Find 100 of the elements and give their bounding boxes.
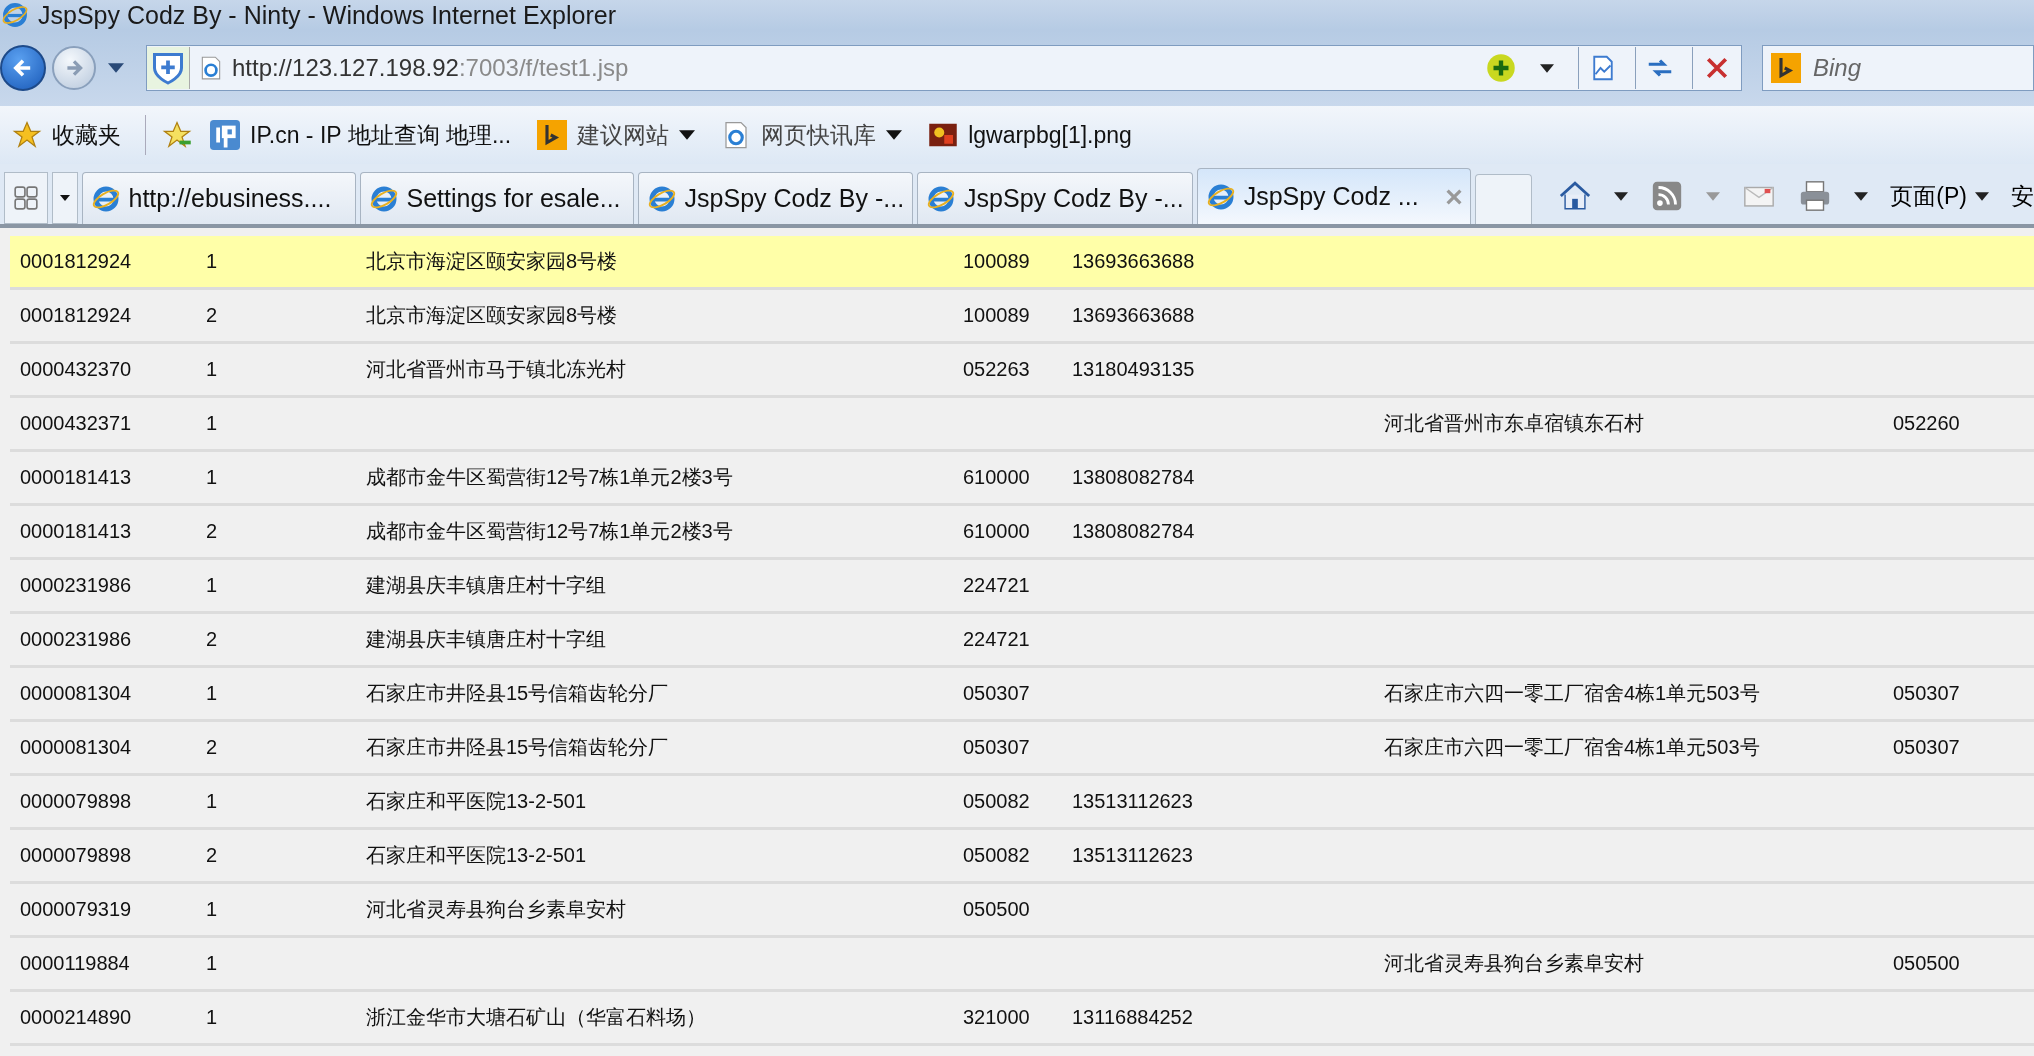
phone-cell: 13808082784 xyxy=(1072,520,1195,542)
caret-icon xyxy=(59,195,70,201)
sequence-cell: 1 xyxy=(206,952,218,974)
postcode-cell: 050307 xyxy=(963,682,1030,704)
customer-id-cell: 0000181413 xyxy=(20,520,132,542)
table-row[interactable]: 0001812924 1 北京市海淀区颐安家园8号楼 100089 13693663688 xyxy=(10,236,2034,290)
phone-cell: 13180493135 xyxy=(1072,358,1195,380)
address-cell: 河北省灵寿县狗台乡素阜安村 xyxy=(366,898,626,920)
phone-cell: 13693663688 xyxy=(1072,250,1195,272)
sequence-cell: 1 xyxy=(206,790,218,812)
tab-list-button[interactable] xyxy=(51,172,78,224)
customer-id-cell: 0000119884 xyxy=(20,952,130,974)
add-icon[interactable] xyxy=(1486,53,1516,83)
browser-logo-icon xyxy=(2,2,28,28)
customer-id-cell: 0000079319 xyxy=(20,898,132,920)
sequence-cell: 1 xyxy=(206,466,218,488)
bing-logo-icon xyxy=(537,120,568,150)
address-cell: 石家庄市六四一零工厂宿舍4栋1单元503号 xyxy=(1384,736,1760,758)
customer-id-cell: 0000181413 xyxy=(20,466,132,488)
postcode-cell: 050500 xyxy=(1893,952,1960,974)
postcode-cell: 610000 xyxy=(963,520,1030,542)
sequence-cell: 2 xyxy=(206,304,218,326)
postcode-cell: 224721 xyxy=(963,628,1030,650)
address-cell: 河北省晋州市东卓宿镇东石村 xyxy=(1384,412,1644,434)
history-dropdown-icon[interactable] xyxy=(108,63,124,73)
phone-cell: 13513112623 xyxy=(1072,790,1193,812)
customer-id-cell: 0000432371 xyxy=(20,412,132,434)
customer-id-cell: 0000214890 xyxy=(20,1006,132,1028)
sequence-cell: 2 xyxy=(206,628,218,650)
favorite-link[interactable]: 网页快讯库 xyxy=(713,115,911,155)
caret-icon xyxy=(679,130,696,140)
address-field[interactable]: http://123.127.198.92:7003/f/test1.jsp xyxy=(146,45,1742,91)
phone-cell: 13116884252 xyxy=(1072,1006,1193,1028)
sequence-cell: 2 xyxy=(206,736,218,758)
search-field[interactable]: Bing xyxy=(1811,45,2033,91)
postcode-cell: 050307 xyxy=(963,736,1030,758)
caret-icon[interactable] xyxy=(1854,191,1869,201)
customer-id-cell: 0000432370 xyxy=(20,358,132,380)
postcode-cell: 050307 xyxy=(1893,682,1960,704)
forward-button[interactable] xyxy=(52,46,96,90)
browser-tab[interactable]: JspSpy Codz By -... xyxy=(637,172,914,224)
caret-icon xyxy=(1975,191,1989,201)
phone-cell: 13693663688 xyxy=(1072,304,1195,326)
customer-id-cell: 0001812924 xyxy=(20,304,132,326)
postcode-cell: 050500 xyxy=(963,898,1030,920)
search-box[interactable]: Bing xyxy=(1762,45,2034,91)
sequence-cell: 2 xyxy=(206,844,218,866)
postcode-cell: 100089 xyxy=(963,304,1030,326)
address-cell: 石家庄和平医院13-2-501 xyxy=(366,844,587,866)
shield-icon xyxy=(147,47,190,89)
address-cell: 建湖县庆丰镇唐庄村十字组 xyxy=(366,574,606,596)
caret-icon[interactable] xyxy=(1540,63,1554,73)
favorite-link[interactable]: lgwarpbg[1].png xyxy=(920,116,1140,154)
browser-tab[interactable]: JspSpy Codz ... xyxy=(1196,168,1471,224)
postcode-cell: 610000 xyxy=(963,466,1030,488)
customer-id-cell: 0000081304 xyxy=(20,736,132,758)
grid-icon xyxy=(12,185,39,211)
sequence-cell: 1 xyxy=(206,682,218,704)
customer-id-cell: 0000231986 xyxy=(20,628,132,650)
address-cell: 北京市海淀区颐安家园8号楼 xyxy=(366,304,618,326)
site-logo-icon xyxy=(210,120,240,150)
quick-tabs-button[interactable] xyxy=(4,172,48,224)
add-favorite-icon[interactable] xyxy=(162,120,192,150)
sequence-cell: 1 xyxy=(206,574,218,596)
page-menu[interactable]: 页面(P) xyxy=(1890,180,1989,212)
customer-id-cell: 0000079898 xyxy=(20,790,132,812)
address-cell: 建湖县庆丰镇唐庄村十字组 xyxy=(366,628,606,650)
address-cell: 北京市海淀区颐安家园8号楼 xyxy=(366,250,618,272)
address-cell: 石家庄市井陉县15号信箱齿轮分厂 xyxy=(366,736,669,758)
phone-cell: 13808082784 xyxy=(1072,466,1195,488)
sequence-cell: 1 xyxy=(206,1006,218,1028)
close-icon[interactable] xyxy=(1445,188,1462,205)
star-icon xyxy=(12,120,42,150)
customer-id-cell: 0000231986 xyxy=(20,574,132,596)
postcode-cell: 050307 xyxy=(1893,736,1960,758)
browser-tab[interactable]: Settings for esale... xyxy=(359,172,634,224)
address-cell: 成都市金牛区蜀营街12号7栋1单元2楼3号 xyxy=(366,520,733,542)
address-cell: 石家庄市井陉县15号信箱齿轮分厂 xyxy=(366,682,669,704)
favorite-link[interactable]: 建议网站 xyxy=(529,115,704,155)
browser-tab[interactable]: JspSpy Codz By -... xyxy=(917,172,1193,224)
favorite-link[interactable]: IP.cn - IP 地址查询 地理... xyxy=(202,115,520,155)
postcode-cell: 050082 xyxy=(963,790,1030,812)
postcode-cell: 100089 xyxy=(963,250,1030,272)
caret-icon[interactable] xyxy=(1614,191,1629,201)
favorites-button[interactable]: 收藏夹 xyxy=(4,115,129,155)
sequence-cell: 1 xyxy=(206,358,218,380)
bing-logo-icon xyxy=(1771,53,1801,83)
safety-menu[interactable]: 安 xyxy=(2011,180,2034,212)
customer-id-cell: 0000081304 xyxy=(20,682,132,704)
address-cell: 河北省晋州市马于镇北冻光村 xyxy=(366,358,626,380)
window-title: JspSpy Codz By - Ninty - Windows Internet Explorer xyxy=(38,0,616,30)
customer-id-cell: 0001812924 xyxy=(20,250,132,272)
back-button[interactable] xyxy=(0,45,46,91)
browser-tab[interactable]: http://ebusiness.... xyxy=(81,172,356,224)
phone-cell: 13513112623 xyxy=(1072,844,1193,866)
postcode-cell: 224721 xyxy=(963,574,1030,596)
sequence-cell: 1 xyxy=(206,412,218,434)
postcode-cell: 050082 xyxy=(963,844,1030,866)
customer-id-cell: 0000079898 xyxy=(20,844,132,866)
sequence-cell: 1 xyxy=(206,898,218,920)
